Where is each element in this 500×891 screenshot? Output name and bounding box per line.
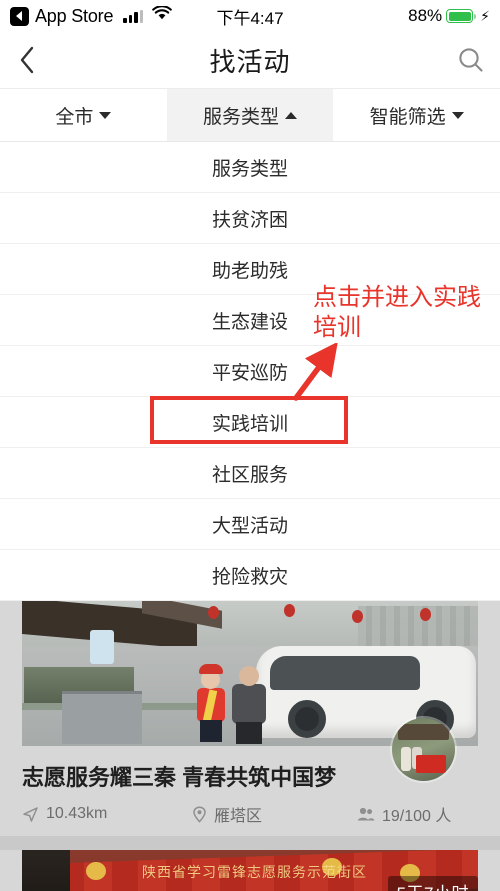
dropdown-item-practical-training[interactable]: 实践培训: [0, 397, 500, 448]
activity-distance-label: 10.43km: [46, 805, 108, 822]
status-bar-left: App Store: [10, 5, 173, 27]
dropdown-item-large-event[interactable]: 大型活动: [0, 499, 500, 550]
chevron-up-icon: [285, 111, 298, 119]
page-title: 找活动: [209, 46, 291, 77]
activity-location: 雁塔区: [192, 802, 357, 826]
dropdown-item-disaster-relief[interactable]: 抢险救灾: [0, 550, 500, 601]
activity-participants: 19/100 人: [357, 802, 451, 826]
dropdown-item-service-type[interactable]: 服务类型: [0, 142, 500, 193]
battery-icon: [446, 9, 477, 23]
service-type-dropdown: 服务类型 扶贫济困 助老助残 生态建设 平安巡防 实践培训 社区服务 大型活动 …: [0, 142, 500, 601]
dropdown-item-community-service[interactable]: 社区服务: [0, 448, 500, 499]
activity-participants-label: 19/100 人: [382, 808, 452, 825]
dropdown-item-poverty-relief[interactable]: 扶贫济困: [0, 193, 500, 244]
activity-distance: 10.43km: [22, 805, 192, 823]
back-chevron-icon[interactable]: [10, 6, 29, 26]
activity-location-label: 雁塔区: [214, 808, 263, 825]
map-pin-icon: [193, 805, 206, 823]
filter-tab-service-type[interactable]: 服务类型: [166, 89, 334, 141]
activity-card[interactable]: 陕西省学习雷锋志愿服务示范街区 长安路文体街区 5天7小时: [0, 850, 500, 891]
battery-percent-label: 88%: [408, 6, 443, 25]
app-header: 找活动: [0, 32, 500, 89]
activity-card[interactable]: 志愿服务耀三秦 青春共筑中国梦 10.43km 雁塔区 19/100 人: [0, 598, 500, 836]
dropdown-item-ecological-construction[interactable]: 生态建设: [0, 295, 500, 346]
filter-tab-service-type-label: 服务类型: [203, 106, 280, 128]
people-icon: [357, 807, 375, 821]
filter-bar: 全市 服务类型 智能筛选: [0, 89, 500, 142]
activity-list: 志愿服务耀三秦 青春共筑中国梦 10.43km 雁塔区 19/100 人 陕西省…: [0, 598, 500, 891]
status-bar-app-name[interactable]: App Store: [35, 6, 113, 27]
status-bar: App Store 下午4:47 88% ⚡: [0, 0, 500, 32]
dropdown-item-safety-patrol[interactable]: 平安巡防: [0, 346, 500, 397]
status-bar-right: 88% ⚡: [408, 6, 490, 26]
cellular-signal-icon: [123, 9, 144, 23]
dropdown-item-elderly-disabled-aid[interactable]: 助老助残: [0, 244, 500, 295]
chevron-down-icon: [451, 111, 464, 119]
activity-card-meta: 10.43km 雁塔区 19/100 人: [22, 802, 478, 826]
navigation-arrow-icon: [23, 806, 38, 822]
lightning-bolt-icon: ⚡: [480, 7, 490, 24]
filter-tab-city[interactable]: 全市: [0, 89, 167, 141]
filter-tab-city-label: 全市: [55, 106, 94, 128]
filter-tab-smart-filter[interactable]: 智能筛选: [333, 89, 500, 141]
filter-tab-smart-filter-label: 智能筛选: [369, 106, 446, 128]
chevron-down-icon: [99, 111, 112, 119]
avatar: [392, 718, 455, 781]
banner-text-line1: 陕西省学习雷锋志愿服务示范街区: [142, 864, 367, 880]
activity-duration-badge: 5天7小时: [387, 876, 478, 891]
wifi-icon: [152, 5, 173, 26]
